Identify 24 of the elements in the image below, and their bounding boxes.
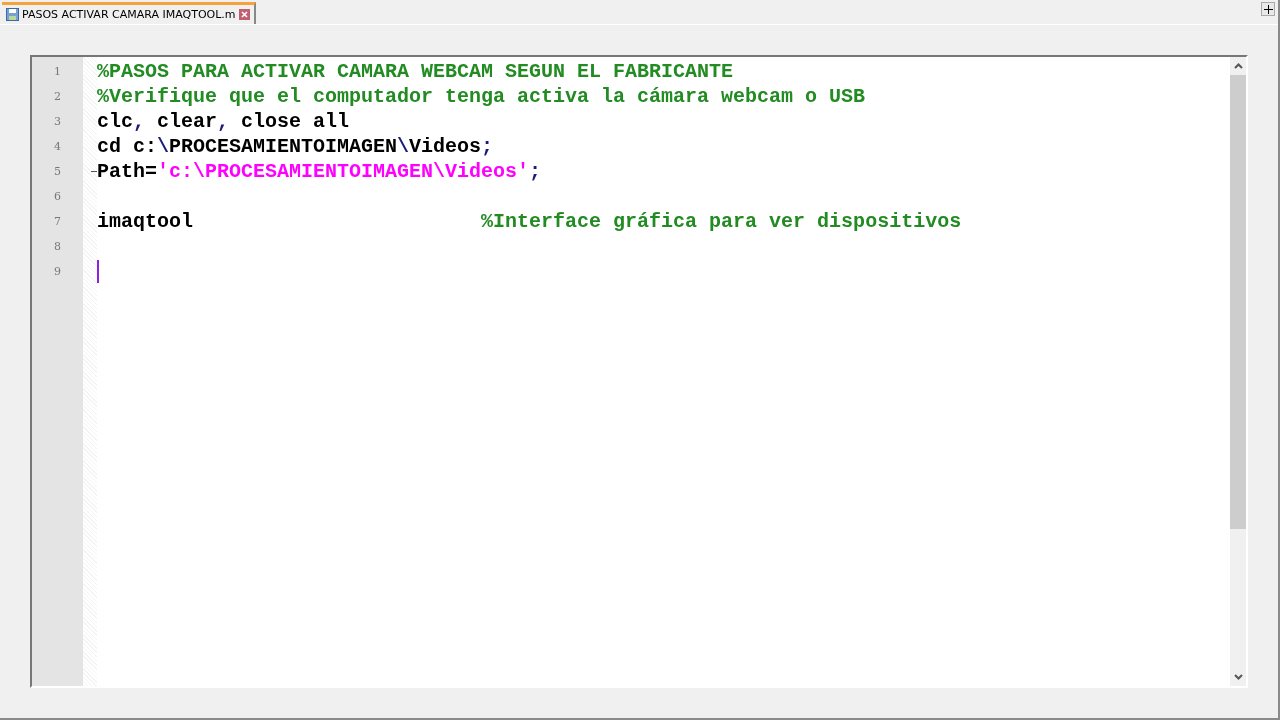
- code-line: imaqtool %Interface gráfica para ver dispositivos: [97, 209, 962, 234]
- scroll-down-icon[interactable]: [1233, 674, 1243, 680]
- scroll-thumb[interactable]: [1230, 75, 1246, 529]
- code-line: %Verifique que el computador tenga activa la cámara webcam o USB: [97, 84, 866, 109]
- line-number: 4: [53, 139, 62, 155]
- add-tab-button[interactable]: [1261, 2, 1275, 16]
- line-number: 7: [53, 214, 62, 230]
- line-number: 5: [53, 164, 62, 180]
- line-number: 1: [53, 64, 62, 80]
- code-editor[interactable]: [30, 55, 1248, 688]
- line-number: 9: [53, 264, 62, 280]
- code-line: Path='c:\PROCESAMIENTOIMAGEN\Videos';: [97, 159, 542, 184]
- code-line: clc, clear, close all: [97, 109, 350, 134]
- close-icon[interactable]: [238, 9, 250, 20]
- line-number: 3: [53, 114, 62, 130]
- line-number: 2: [53, 89, 62, 105]
- file-tab[interactable]: PASOS ACTIVAR CAMARA IMAQTOOL.m: [2, 2, 256, 24]
- line-number: 8: [53, 239, 62, 255]
- vertical-scrollbar[interactable]: [1230, 57, 1246, 686]
- code-line: cd c:\PROCESAMIENTOIMAGEN\Videos;: [97, 134, 494, 159]
- code-line: %PASOS PARA ACTIVAR CAMARA WEBCAM SEGUN EL FABRICANTE: [97, 59, 734, 84]
- line-number: 6: [53, 189, 62, 205]
- fold-marker-icon[interactable]: [91, 171, 97, 172]
- scroll-up-icon[interactable]: [1233, 63, 1243, 69]
